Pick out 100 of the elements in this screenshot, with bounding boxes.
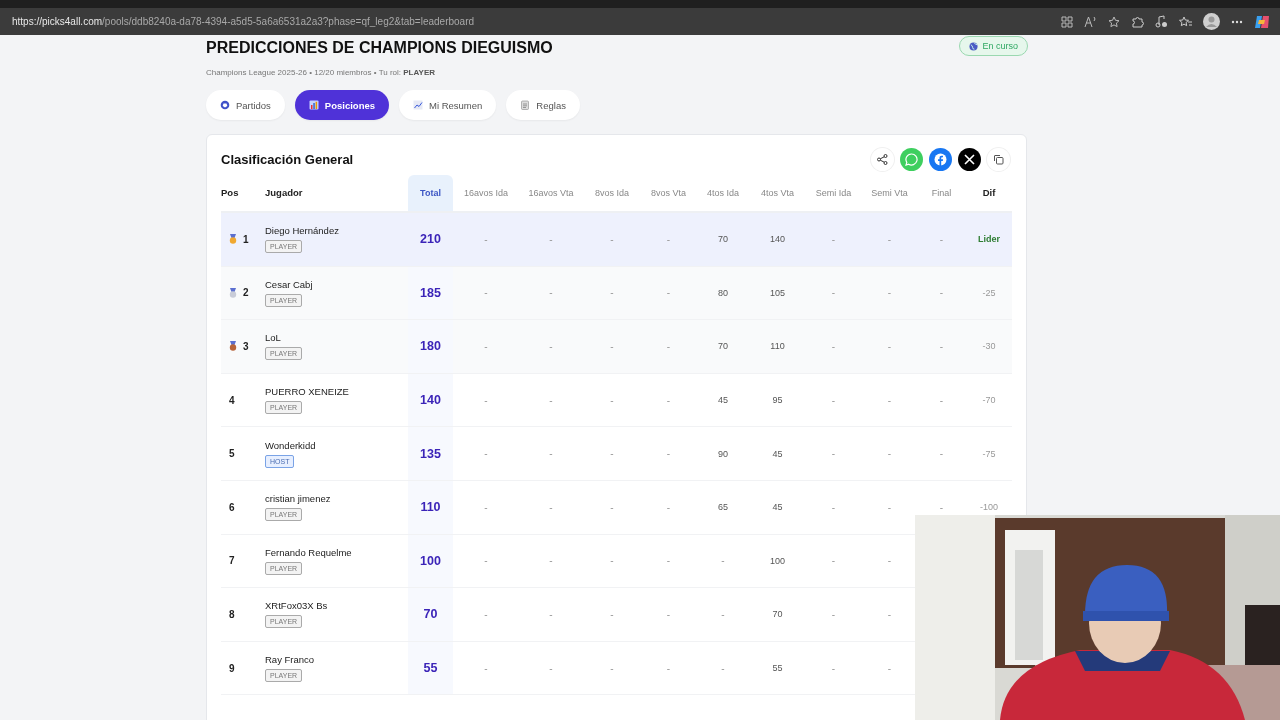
position-number: 2 — [243, 287, 249, 299]
table-cell-text: - — [830, 501, 837, 513]
table-cell-text: - — [483, 608, 489, 620]
position-number: 1 — [243, 233, 249, 245]
table-cell-text: - — [483, 448, 489, 460]
table-cell-text: - — [483, 341, 489, 352]
table-cell-text: - — [938, 501, 945, 513]
table-cell-text: 110 — [769, 341, 786, 352]
copy-button[interactable] — [987, 147, 1010, 171]
clipboard-icon — [520, 100, 531, 110]
table-cell-text: - — [483, 662, 489, 674]
table-cell-text: - — [665, 448, 672, 460]
table-cell-text: - — [548, 662, 554, 674]
facebook-icon — [934, 152, 947, 166]
table-cell-text: 65 — [717, 502, 729, 513]
player-name: Ray Franco — [265, 654, 315, 666]
player-name: Diego Hernández — [265, 225, 339, 237]
table-cell-text: - — [830, 233, 837, 245]
table-cell-text: - — [938, 394, 945, 406]
column-header: 4tos Vta — [760, 187, 795, 200]
column-header: Pos — [221, 186, 240, 200]
column-header: 8vos Vta — [650, 187, 687, 200]
table-cell-text: - — [609, 501, 615, 513]
table-cell-text: - — [938, 287, 945, 299]
tab[interactable]: Partidos — [206, 90, 285, 120]
globe-icon — [969, 41, 979, 51]
chat-bubble-icon — [905, 152, 918, 166]
table-cell-text: 45 — [771, 502, 784, 513]
table-cell-text: 70 — [771, 609, 784, 620]
difference-value: -75 — [981, 448, 997, 459]
apps-icon[interactable] — [1061, 15, 1073, 28]
player-name: Cesar Cabj — [265, 278, 313, 290]
table-cell-text: - — [938, 341, 945, 352]
total-points: 70 — [408, 588, 453, 641]
table-cell-text: 45 — [771, 448, 784, 459]
table-cell-text: - — [548, 555, 554, 567]
table-cell-text: - — [830, 608, 837, 620]
pool-subtitle: Champions League 2025-26 • 12/20 miembros • Tu rol: PLAYER — [206, 68, 436, 77]
tab[interactable]: Posiciones — [294, 90, 390, 120]
table-cell-text: 95 — [771, 395, 784, 406]
table-cell-text: - — [665, 341, 672, 352]
puzzle-icon[interactable] — [1131, 15, 1144, 28]
status-badge: En curso — [959, 36, 1028, 56]
total-points: 100 — [408, 534, 453, 588]
table-cell-text: 140 — [769, 234, 786, 245]
position-number: 4 — [229, 394, 235, 406]
table-cell-text: 105 — [769, 287, 786, 298]
table-cell-text: - — [548, 448, 554, 460]
player-name: cristian jimenez — [265, 493, 331, 505]
table-cell-text: 80 — [717, 287, 729, 298]
table-cell-text: - — [609, 233, 615, 245]
table-cell-text: 70 — [717, 234, 729, 245]
table-cell-text: 45 — [717, 395, 729, 406]
table-cell-text: - — [548, 341, 554, 352]
read-aloud-icon[interactable] — [1084, 15, 1097, 28]
table-cell-text: - — [609, 555, 615, 567]
table-cell-text: - — [830, 662, 837, 674]
favorites-icon[interactable] — [1179, 15, 1192, 28]
table-cell-text: - — [483, 233, 489, 245]
tab[interactable]: Mi Resumen — [399, 90, 497, 120]
table-cell-text: - — [609, 394, 615, 406]
difference-value: -100 — [979, 502, 999, 513]
total-points: 135 — [408, 427, 453, 480]
table-cell-text: - — [886, 662, 893, 674]
table-cell-text: - — [938, 233, 945, 245]
facebook-button[interactable] — [929, 147, 952, 171]
column-header: 16avos Ida — [462, 187, 509, 200]
table-cell-text: - — [665, 287, 672, 299]
position-number: 5 — [229, 448, 235, 460]
player-name: PUERRO XENEIZE — [265, 386, 349, 398]
profile-avatar-icon[interactable] — [1203, 13, 1220, 30]
table-cell-text: - — [720, 662, 726, 674]
pool-title: PREDICCIONES DE CHAMPIONS DIEGUISMO — [206, 39, 553, 57]
share-icon — [877, 153, 888, 165]
table-cell-text: 90 — [717, 448, 729, 459]
share-button[interactable] — [871, 147, 894, 171]
player-name: Wonderkidd — [265, 439, 316, 451]
x-button[interactable] — [958, 147, 981, 171]
table-cell-text: - — [665, 233, 672, 245]
tab[interactable]: Reglas — [506, 90, 580, 120]
column-header: Total — [408, 175, 453, 211]
table-cell-text: - — [886, 287, 893, 299]
table-cell-text: - — [609, 608, 615, 620]
leaderboard-title: Clasificación General — [221, 151, 354, 167]
star-icon[interactable] — [1108, 15, 1120, 28]
player-name: XRtFox03X Bs — [265, 600, 328, 612]
table-cell-text: - — [830, 341, 837, 352]
table-cell-text: - — [886, 501, 893, 513]
table-cell-text: - — [483, 501, 489, 513]
position-number: 7 — [229, 555, 235, 567]
table-cell-text: - — [483, 394, 489, 406]
position-number: 3 — [243, 341, 249, 352]
total-points: 140 — [408, 373, 453, 427]
more-icon[interactable] — [1231, 19, 1243, 24]
position-number: 6 — [229, 501, 235, 513]
music-icon[interactable] — [1155, 15, 1168, 28]
column-header: Jugador — [265, 186, 304, 200]
column-header: 8vos Ida — [594, 187, 630, 200]
copilot-icon[interactable] — [1254, 13, 1270, 30]
table-cell-text: 70 — [717, 341, 729, 352]
